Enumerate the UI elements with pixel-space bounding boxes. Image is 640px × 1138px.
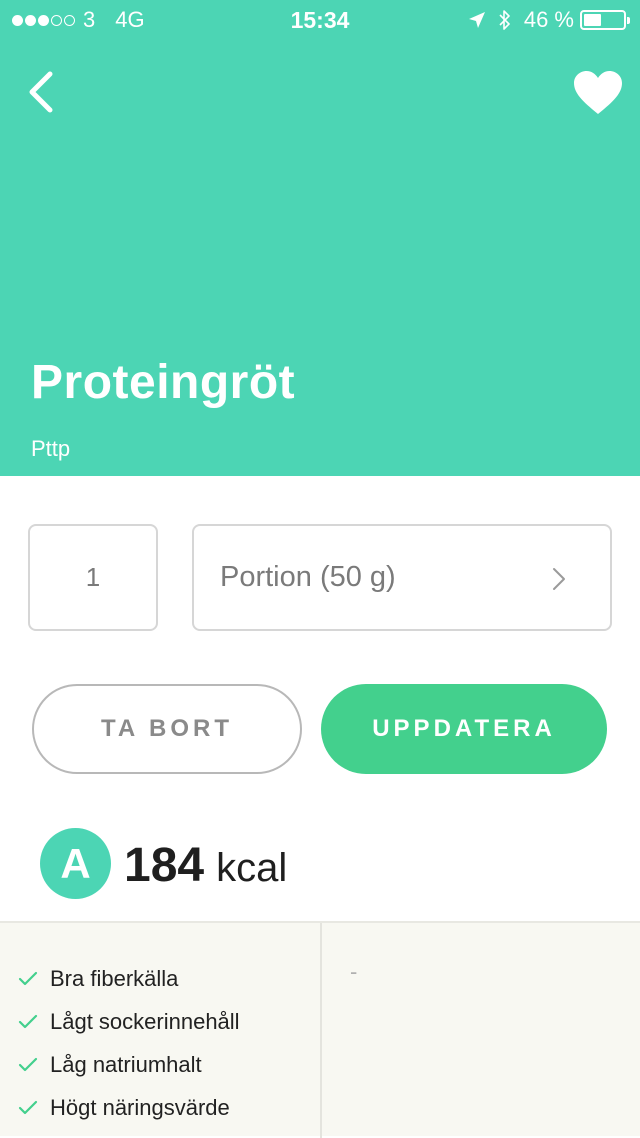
location-arrow-icon: [468, 11, 486, 29]
checkmark-icon: [18, 1100, 38, 1114]
benefit-list: Bra fiberkälla Lågt sockerinnehåll Låg n…: [18, 957, 240, 1129]
food-brand: Pttp: [31, 436, 71, 461]
status-bar: 3 4G 15:34 46 %: [0, 0, 640, 40]
checkmark-icon: [18, 1014, 38, 1028]
food-header: 3 4G 15:34 46 % Proteingröt Pttp: [0, 0, 640, 476]
portion-unit-value: Portion (50 g): [220, 561, 396, 593]
favorite-button[interactable]: [572, 70, 624, 116]
panel-divider: [320, 923, 322, 1138]
benefit-label: Högt näringsvärde: [50, 1094, 230, 1120]
checkmark-icon: [18, 1057, 38, 1071]
benefit-label: Bra fiberkälla: [50, 965, 179, 991]
food-title: Proteingröt: [31, 356, 296, 409]
battery-percent: 46 %: [523, 7, 574, 32]
benefit-item: Bra fiberkälla: [18, 957, 240, 1000]
battery-icon: [580, 10, 630, 30]
remove-button[interactable]: TA BORT: [32, 684, 302, 774]
benefit-item: Lågt sockerinnehåll: [18, 1000, 240, 1043]
checkmark-icon: [18, 971, 38, 985]
kcal-unit: kcal: [216, 846, 288, 890]
chevron-left-icon: [29, 71, 53, 113]
heart-icon: [574, 71, 622, 114]
bluetooth-icon: [498, 9, 512, 31]
kcal-value: 184: [124, 839, 205, 892]
back-button[interactable]: [22, 68, 62, 116]
quantity-value: 1: [85, 562, 101, 592]
benefit-label: Lågt sockerinnehåll: [50, 1008, 240, 1034]
update-button[interactable]: UPPDATERA: [321, 684, 607, 774]
drawbacks-placeholder: -: [350, 959, 358, 984]
calorie-summary: 184 kcal: [124, 838, 287, 893]
benefit-item: Låg natriumhalt: [18, 1043, 240, 1086]
portion-unit-selector[interactable]: Portion (50 g): [192, 524, 612, 631]
chevron-right-icon: [553, 568, 565, 590]
nutrition-grade-badge: A: [40, 828, 111, 899]
benefit-item: Högt näringsvärde: [18, 1086, 240, 1129]
benefit-label: Låg natriumhalt: [50, 1051, 202, 1077]
quantity-input[interactable]: 1: [28, 524, 158, 631]
nutrition-insights-panel: Bra fiberkälla Lågt sockerinnehåll Låg n…: [0, 921, 640, 1138]
status-right: 46 %: [468, 7, 630, 33]
